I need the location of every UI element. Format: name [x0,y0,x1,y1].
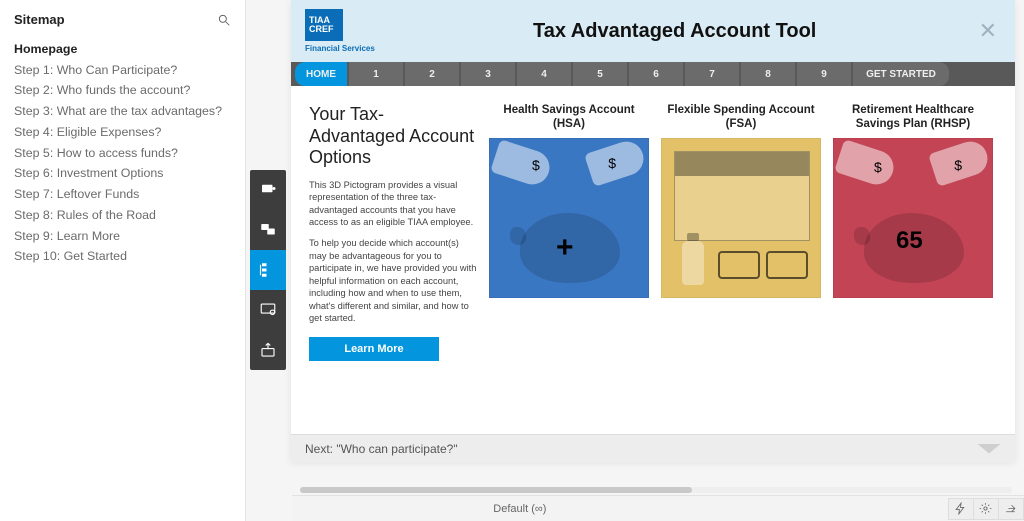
nav-step-6[interactable]: 6 [629,62,683,86]
logo-caption: Financial Services [305,44,375,53]
card-rhsp-thumb: $$ 65 [833,138,993,298]
app-title: Tax Advantaged Account Tool [375,20,975,43]
sitemap-item-step5[interactable]: Step 5: How to access funds? [14,145,231,162]
next-bar[interactable]: Next: "Who can participate?" [291,434,1015,462]
tool-export-icon[interactable] [250,330,286,370]
nav-step-5[interactable]: 5 [573,62,627,86]
nav-step-7[interactable]: 7 [685,62,739,86]
nav-step-9[interactable]: 9 [797,62,851,86]
sitemap-item-step3[interactable]: Step 3: What are the tax advantages? [14,103,231,120]
card-fsa-title: Flexible Spending Account (FSA) [661,104,821,132]
intro-column: Your Tax-Advantaged Account Options This… [309,104,477,361]
sitemap-item-step10[interactable]: Step 10: Get Started [14,248,231,265]
tool-preview-icon[interactable] [250,290,286,330]
sitemap-item-homepage[interactable]: Homepage [14,41,231,58]
status-export-icon[interactable] [998,498,1024,520]
status-lightning-icon[interactable] [948,498,974,520]
tool-sitemap-icon[interactable] [250,250,286,290]
status-gear-icon[interactable] [973,498,999,520]
horizontal-scrollbar[interactable] [300,487,1012,493]
step-navbar: HOME 1 2 3 4 5 6 7 8 9 GET STARTED [291,62,1015,86]
search-icon[interactable] [217,13,231,27]
sitemap-item-step8[interactable]: Step 8: Rules of the Road [14,207,231,224]
content: Your Tax-Advantaged Account Options This… [291,86,1015,371]
card-hsa[interactable]: Health Savings Account (HSA) $$ + [489,104,649,361]
sitemap-item-step2[interactable]: Step 2: Who funds the account? [14,82,231,99]
card-fsa[interactable]: Flexible Spending Account (FSA) [661,104,821,361]
nav-get-started[interactable]: GET STARTED [853,62,949,86]
intro-heading: Your Tax-Advantaged Account Options [309,104,477,169]
card-rhsp-title: Retirement Healthcare Savings Plan (RHSP… [833,104,993,132]
device-label[interactable]: Default (∞) [493,503,546,515]
nav-step-1[interactable]: 1 [349,62,403,86]
preview-area: TIAA CREF Financial Services Tax Advanta… [246,0,1024,521]
nav-step-3[interactable]: 3 [461,62,515,86]
status-bar: Default (∞) [292,495,1024,521]
chevron-down-icon [977,444,1001,454]
preview-frame: TIAA CREF Financial Services Tax Advanta… [291,0,1015,462]
vertical-toolstrip [250,170,286,370]
nav-step-2[interactable]: 2 [405,62,459,86]
sitemap-item-step7[interactable]: Step 7: Leftover Funds [14,186,231,203]
card-fsa-thumb [661,138,821,298]
tool-pages-icon[interactable] [250,170,286,210]
brand-logo: TIAA CREF Financial Services [305,9,375,53]
nav-step-8[interactable]: 8 [741,62,795,86]
close-icon[interactable]: ✕ [975,18,1001,44]
app-header: TIAA CREF Financial Services Tax Advanta… [291,0,1015,62]
sitemap-item-step9[interactable]: Step 9: Learn More [14,228,231,245]
intro-paragraph-1: This 3D Pictogram provides a visual repr… [309,179,477,229]
next-label: Next: "Who can participate?" [305,442,458,456]
logo-line2: CREF [309,25,343,34]
learn-more-button[interactable]: Learn More [309,337,439,361]
intro-paragraph-2: To help you decide which account(s) may … [309,237,477,325]
nav-home[interactable]: HOME [295,62,347,86]
card-rhsp[interactable]: Retirement Healthcare Savings Plan (RHSP… [833,104,993,361]
sitemap-item-step1[interactable]: Step 1: Who Can Participate? [14,62,231,79]
card-hsa-title: Health Savings Account (HSA) [489,104,649,132]
card-hsa-thumb: $$ + [489,138,649,298]
sitemap-item-step6[interactable]: Step 6: Investment Options [14,165,231,182]
nav-step-4[interactable]: 4 [517,62,571,86]
sitemap-item-step4[interactable]: Step 4: Eligible Expenses? [14,124,231,141]
tool-chat-icon[interactable] [250,210,286,250]
sidebar-title: Sitemap [14,12,65,27]
sitemap-list: Homepage Step 1: Who Can Participate? St… [14,41,231,265]
sidebar: Sitemap Homepage Step 1: Who Can Partici… [0,0,246,521]
